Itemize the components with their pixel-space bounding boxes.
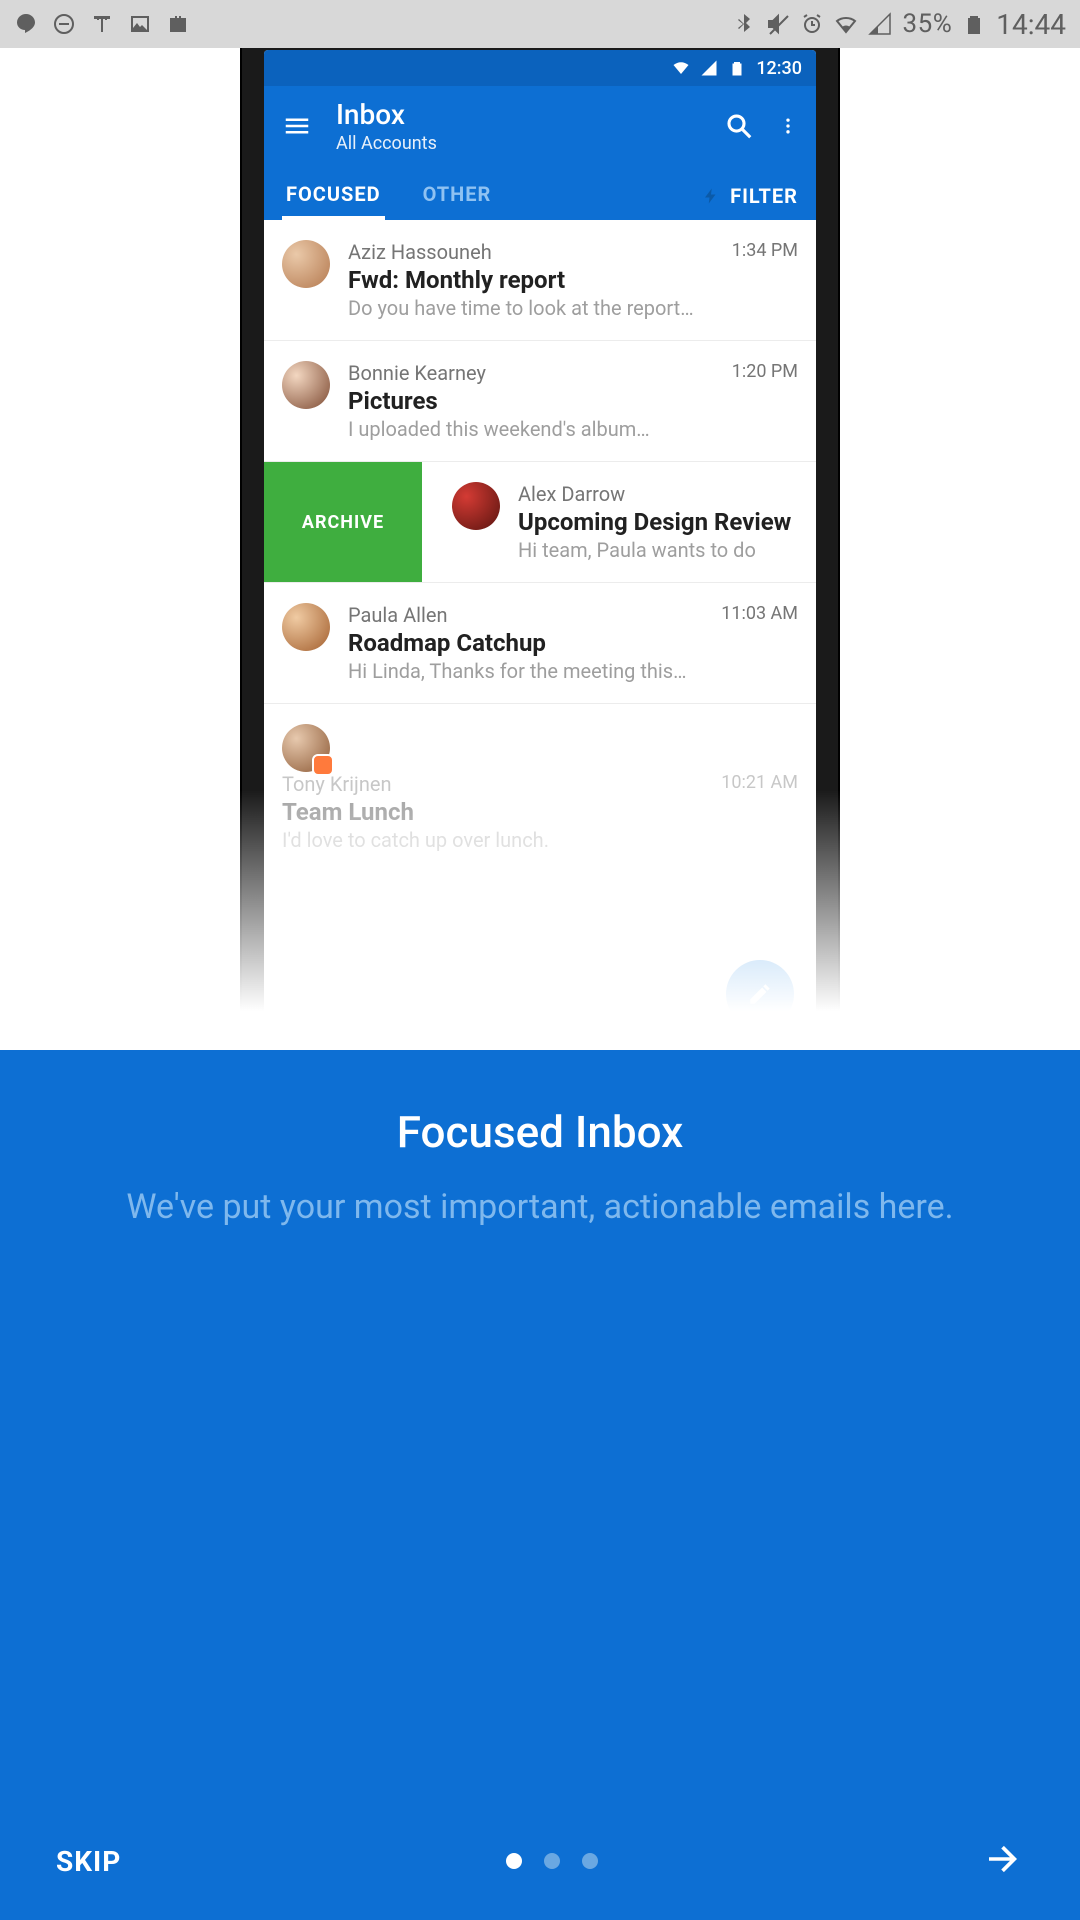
promo-stage: 12:30 Inbox All Accounts FOCUSED OTHER [0,48,1080,1050]
bolt-icon [702,187,720,205]
filter-label: FILTER [730,184,798,208]
banner-title: Focused Inbox [60,1106,1020,1158]
tab-focused[interactable]: FOCUSED [282,172,385,220]
filter-button[interactable]: FILTER [702,184,798,208]
sender: Paula Allen [348,603,448,627]
battery-percent: 35% [902,9,952,39]
avatar [282,361,330,409]
message-row[interactable]: Bonnie Kearney 1:20 PM Pictures I uploade… [264,341,816,462]
phone-screen: 12:30 Inbox All Accounts FOCUSED OTHER [264,50,816,1050]
preview: I'd love to catch up over lunch. [282,828,798,852]
avatar [282,603,330,651]
page-dot [506,1853,522,1869]
device-status-bar: 35% 14:44 [0,0,1080,48]
avatar [282,240,330,288]
subject: Fwd: Monthly report [348,266,798,294]
banner-body: We've put your most important, actionabl… [60,1184,1020,1232]
do-not-disturb-icon [52,12,76,36]
toolbar-title: Inbox [336,98,700,131]
sender: Tony Krijnen [282,772,392,796]
avatar [452,482,500,530]
preview: I uploaded this weekend's album… [348,417,798,441]
tmobile-icon [90,12,114,36]
phone-frame: 12:30 Inbox All Accounts FOCUSED OTHER [240,48,840,1050]
inner-clock: 12:30 [756,58,802,79]
app-toolbar: Inbox All Accounts FOCUSED OTHER FILTER [264,86,816,220]
subject: Roadmap Catchup [348,629,798,657]
subject: Team Lunch [282,798,798,826]
inner-status-bar: 12:30 [264,50,816,86]
sender: Bonnie Kearney [348,361,486,385]
time: 10:21 AM [721,772,798,796]
subject: Pictures [348,387,798,415]
preview: Hi team, Paula wants to do [518,538,798,562]
battery-icon [962,12,986,36]
cell-signal-icon [700,59,718,77]
overflow-icon[interactable] [778,111,798,141]
next-button[interactable] [982,1838,1024,1884]
message-row-archive[interactable]: ARCHIVE Alex Darrow Upcoming Design Revi… [264,462,816,583]
mute-icon [766,12,790,36]
alarm-icon [800,12,824,36]
message-row[interactable]: Paula Allen 11:03 AM Roadmap Catchup Hi L… [264,583,816,704]
battery-icon [728,59,746,77]
preview: Hi Linda, Thanks for the meeting this… [348,659,798,683]
avatar [282,724,330,772]
onboarding-banner: Focused Inbox We've put your most import… [0,1050,1080,1920]
compose-fab[interactable] [726,960,794,1028]
hamburger-icon[interactable] [282,111,312,141]
toolbar-subtitle: All Accounts [336,133,700,154]
sender: Aziz Hassouneh [348,240,492,264]
clock: 14:44 [996,8,1066,41]
time: 1:20 PM [732,361,798,385]
hangouts-icon [14,12,38,36]
gallery-icon [128,12,152,36]
message-row[interactable]: Aziz Hassouneh 1:34 PM Fwd: Monthly repor… [264,220,816,341]
skip-button[interactable]: SKIP [56,1845,121,1878]
tab-other[interactable]: OTHER [419,172,496,220]
page-dot [582,1853,598,1869]
wifi-icon [834,12,858,36]
page-dot [544,1853,560,1869]
bluetooth-icon [732,12,756,36]
page-indicator [121,1853,982,1869]
message-row[interactable]: Tony Krijnen 10:21 AM Team Lunch I'd love… [264,704,816,872]
wifi-icon [672,59,690,77]
search-icon[interactable] [724,111,754,141]
briefcase-icon [166,12,190,36]
subject: Upcoming Design Review [518,508,798,536]
arrow-right-icon [982,1838,1024,1880]
archive-action[interactable]: ARCHIVE [264,462,422,582]
message-list[interactable]: Aziz Hassouneh 1:34 PM Fwd: Monthly repor… [264,220,816,872]
sender: Alex Darrow [518,482,625,506]
preview: Do you have time to look at the report… [348,296,798,320]
cell-signal-icon [868,12,892,36]
time: 11:03 AM [721,603,798,627]
time: 1:34 PM [732,240,798,264]
pencil-icon [747,981,773,1007]
